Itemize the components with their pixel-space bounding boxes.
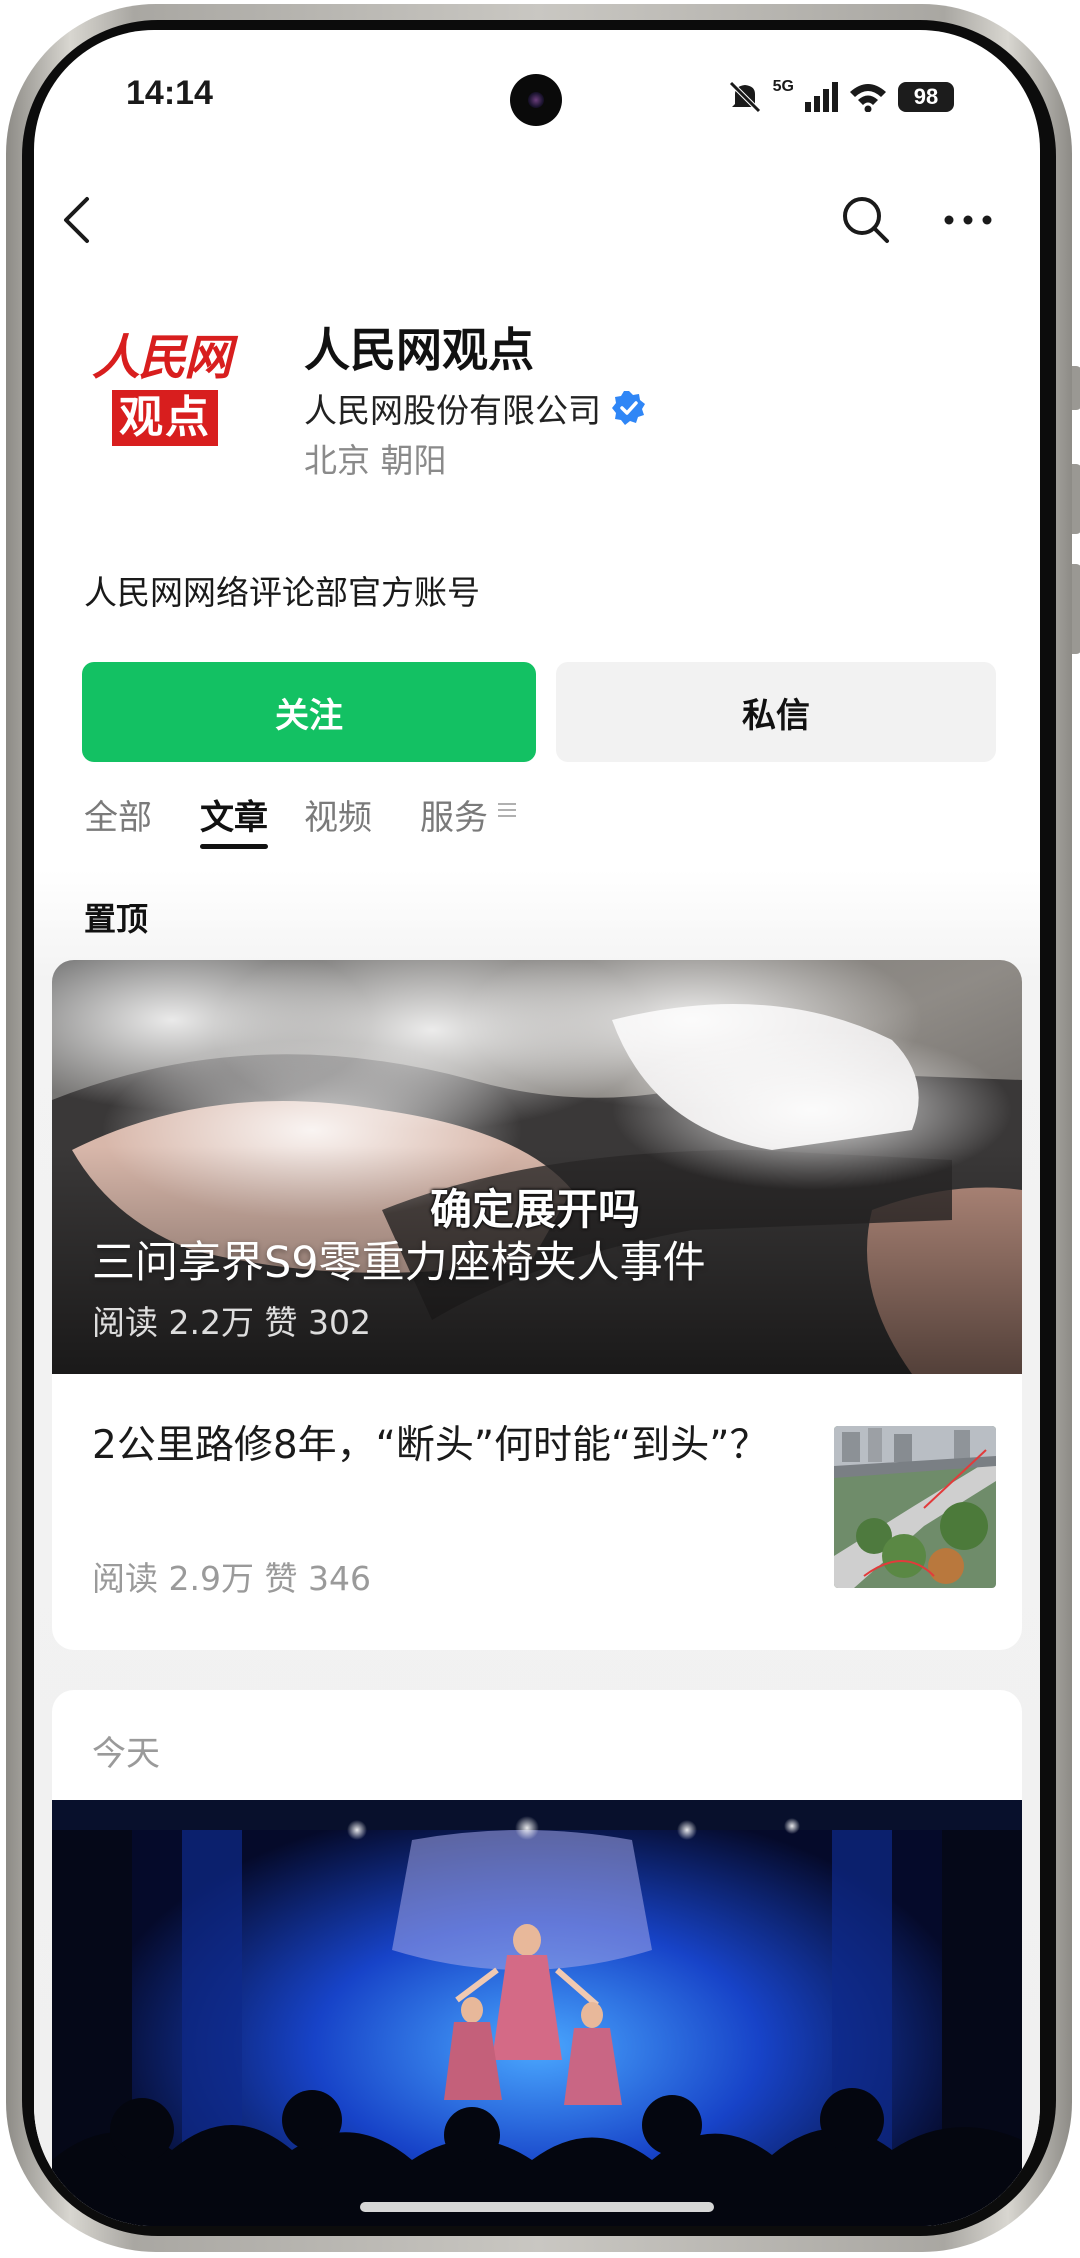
tab-active-indicator [200,844,268,849]
home-indicator[interactable] [360,2202,714,2212]
battery-indicator: 98 [898,82,954,112]
article-thumbnail [834,1426,996,1588]
chevron-left-icon [64,197,89,243]
verified-badge-icon [612,391,645,425]
hero-title: 三问享界S9零重力座椅夹人事件 [92,1238,706,1288]
article-stats: 阅读 2.9万 赞 346 [92,1559,371,1598]
content-tabs: 全部 文章 视频 服务 [34,790,1040,880]
account-logo[interactable]: 人民网 观点 [86,328,236,458]
volume-up-button [1072,464,1080,534]
road-aerial-image [834,1426,996,1588]
status-bar: 14:14 5G 98 [34,30,1040,160]
hero-stats: 阅读 2.2万 赞 302 [92,1303,371,1342]
front-camera [510,74,562,126]
status-icons: 5G 98 [727,78,954,114]
device-frame: 14:14 5G 98 人民网 观点 人民网观点 人民网股份有限公司 北京 朝阳… [0,0,1080,2258]
account-company[interactable]: 人民网股份有限公司 [304,384,647,432]
logo-text-top: 人民网 [91,330,232,386]
top-nav [34,180,1040,300]
tab-services[interactable]: 服务 [420,790,488,839]
tab-label: 视频 [304,798,372,838]
article-title: 2公里路修8年，“断头”何时能“到头”？ [92,1423,769,1468]
logo-text-bottom: 观点 [112,390,218,446]
company-name: 人民网股份有限公司 [304,391,601,430]
article-row[interactable]: 2公里路修8年，“断头”何时能“到头”？ 阅读 2.9万 赞 346 [52,1374,1022,1650]
tab-videos[interactable]: 视频 [304,790,372,839]
status-time: 14:14 [126,74,213,112]
signal-icon [805,82,838,112]
section-today-label: 今天 [92,1734,160,1774]
more-button[interactable] [928,180,1008,260]
tab-label: 全部 [84,798,152,838]
back-button[interactable] [36,180,116,260]
stage-performance-image [52,1800,1022,2226]
tab-all[interactable]: 全部 [84,790,152,839]
pinned-card: 确定展开吗 三问享界S9零重力座椅夹人事件 阅读 2.2万 赞 302 2公里路… [52,960,1022,1650]
hero-article[interactable]: 确定展开吗 三问享界S9零重力座椅夹人事件 阅读 2.2万 赞 302 [52,960,1022,1374]
more-horizontal-icon [944,215,992,225]
follow-button[interactable]: 关注 [82,662,536,762]
menu-lines-icon[interactable] [498,802,516,818]
today-article[interactable] [52,1800,1022,2226]
side-button [1072,366,1080,410]
volume-down-button [1072,564,1080,654]
tab-label: 服务 [420,798,488,838]
account-location: 北京 朝阳 [304,441,447,480]
tab-articles[interactable]: 文章 [200,790,268,849]
mute-icon [728,81,761,113]
section-pinned-label: 置顶 [84,900,149,938]
network-label: 5G [772,78,794,95]
today-card: 今天 [52,1690,1022,2226]
screen: 14:14 5G 98 人民网 观点 人民网观点 人民网股份有限公司 北京 朝阳… [34,30,1040,2226]
account-description: 人民网网络评论部官方账号 [84,573,480,612]
search-button[interactable] [826,180,906,260]
tab-label: 文章 [200,798,268,838]
account-name: 人民网观点 [304,323,534,377]
message-button[interactable]: 私信 [556,662,996,762]
search-icon [843,197,889,243]
wifi-icon [850,84,886,112]
